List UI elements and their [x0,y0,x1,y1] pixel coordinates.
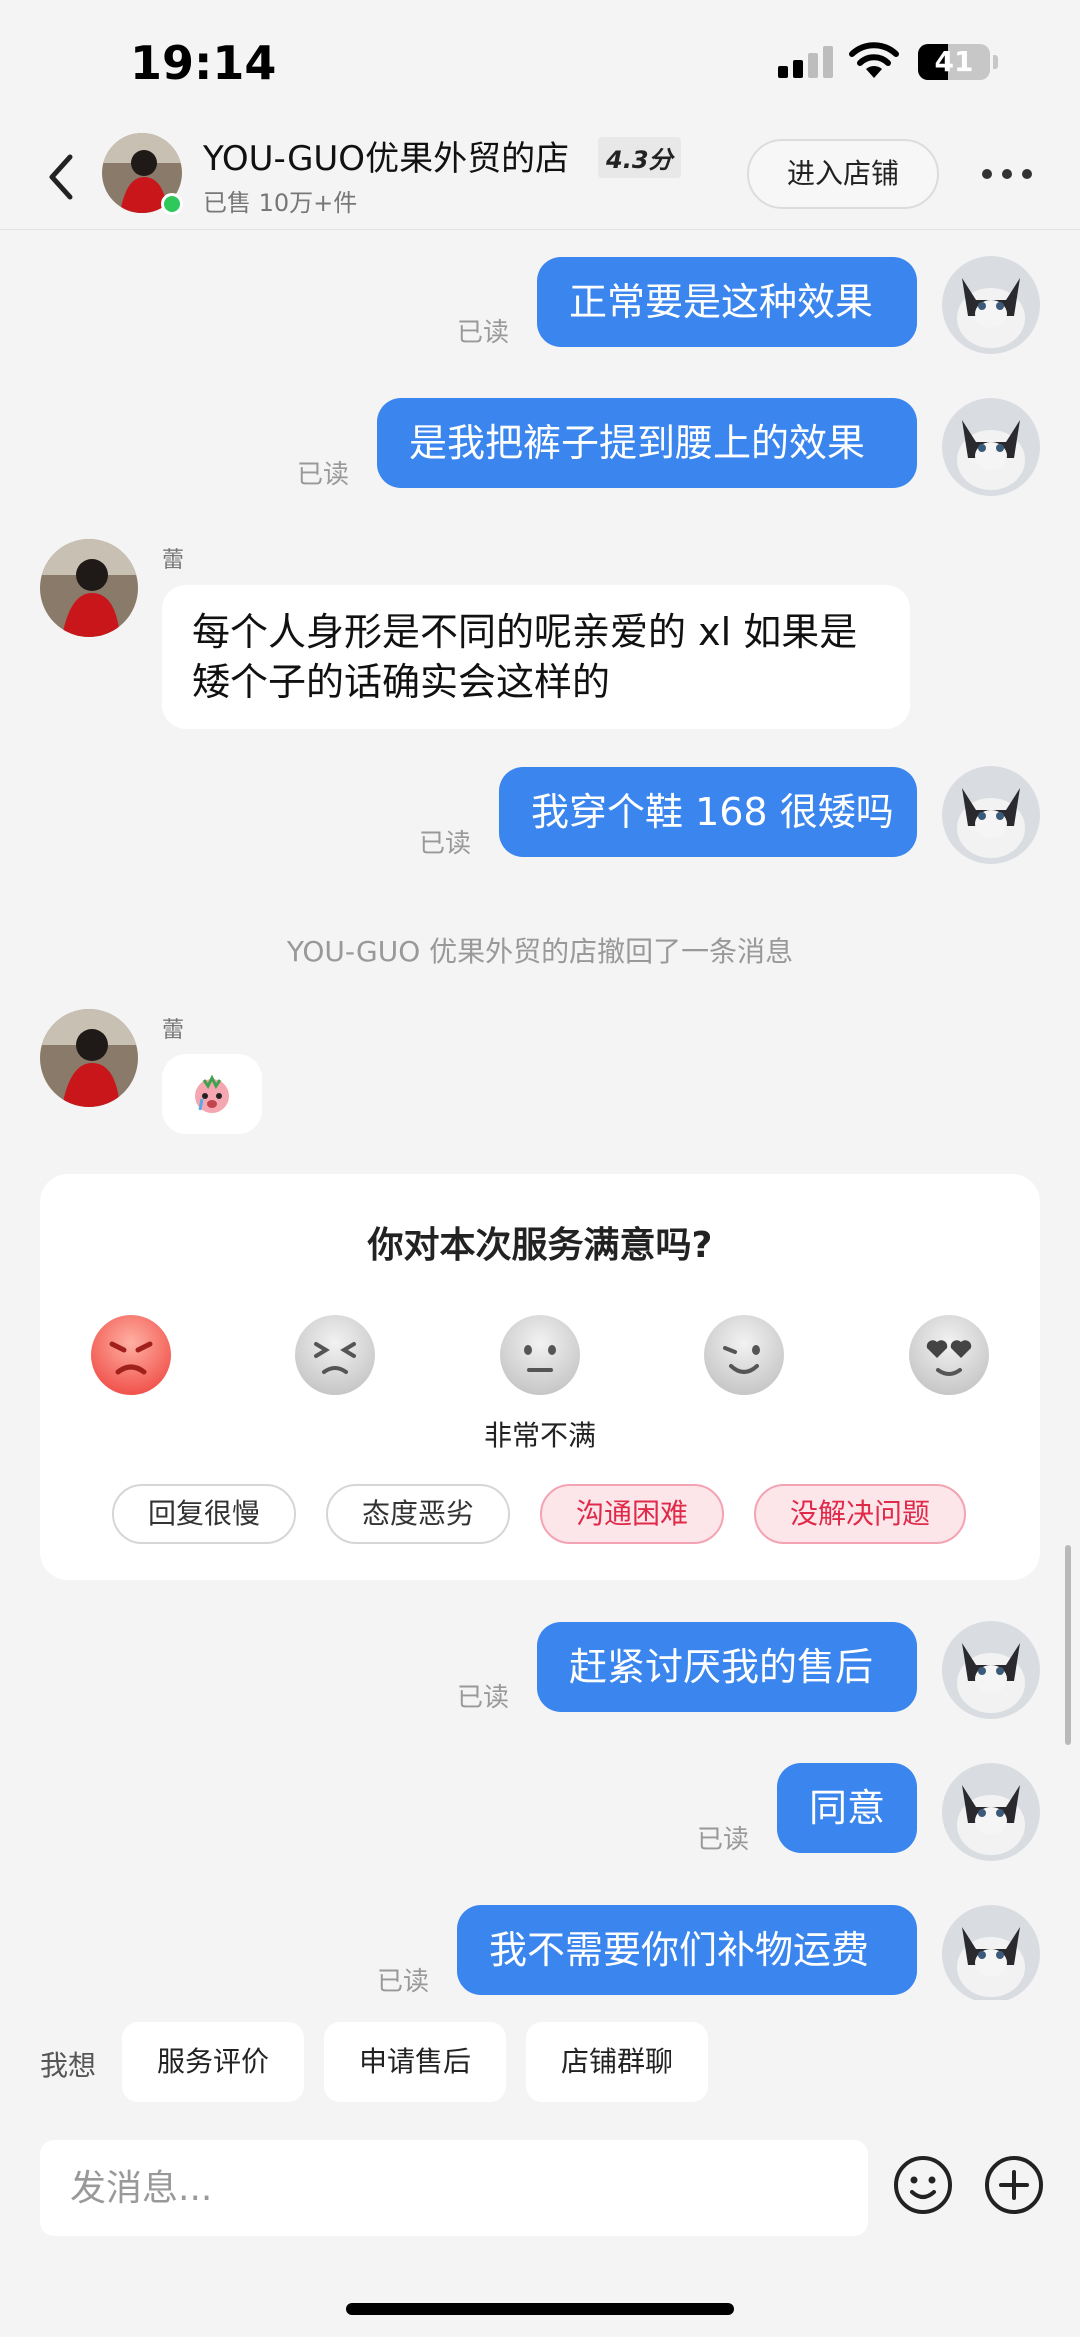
message-bubble-received[interactable]: 每个人身形是不同的呢亲爱的 xl 如果是矮个子的话确实会这样的 [162,585,910,729]
battery-icon: 41 [918,44,990,80]
heart-eyes-face-icon[interactable] [908,1314,990,1396]
emoji-icon[interactable] [892,2154,954,2216]
angry-face-icon[interactable] [90,1314,172,1396]
neutral-face-icon[interactable] [499,1314,581,1396]
chat-header: YOU-GUO优果外贸的店 4.3分 已售 10万+件 进入店铺 [0,125,1080,230]
my-avatar[interactable] [942,1621,1040,1719]
battery-nub [993,55,998,69]
quick-actions-label: 我想 [40,2049,97,2082]
my-avatar[interactable] [942,398,1040,496]
chat-message-list[interactable]: 已读 正常要是这种效果 已读 是我把裤子提到腰上的效果 蕾 每个人身形是不同的呢… [0,230,1080,2000]
sender-name: 蕾 [162,1018,185,1043]
my-avatar[interactable] [942,1763,1040,1861]
service-review-button[interactable]: 服务评价 [122,2022,304,2102]
recall-notice: YOU-GUO 优果外贸的店撤回了一条消息 [286,935,794,968]
enter-shop-button[interactable]: 进入店铺 [747,139,939,209]
plus-icon[interactable] [983,2154,1045,2216]
status-bar: 19:14 41 [0,0,1080,125]
apply-after-sales-button[interactable]: 申请售后 [324,2022,506,2102]
my-avatar[interactable] [942,256,1040,354]
more-options-icon[interactable] [982,169,1032,183]
rating-tag-slow-reply[interactable]: 回复很慢 [112,1484,296,1544]
read-status: 已读 [697,1825,750,1855]
read-status: 已读 [457,1683,510,1713]
home-indicator [346,2303,734,2315]
sender-name: 蕾 [162,548,185,573]
chat-scrollbar[interactable] [1065,1545,1071,1745]
my-avatar[interactable] [942,766,1040,864]
back-arrow-icon[interactable] [40,147,80,207]
shop-name[interactable]: YOU-GUO优果外贸的店 [203,131,569,180]
read-status: 已读 [297,460,350,490]
selected-rating-label: 非常不满 [483,1419,596,1452]
rating-tag-unresolved[interactable]: 没解决问题 [754,1484,966,1544]
quick-actions-bar: 我想 服务评价 申请售后 店铺群聊 [0,2000,1080,2120]
message-bubble-sent[interactable]: 我穿个鞋 168 很矮吗 [499,767,917,857]
service-rating-card: 你对本次服务满意吗? 非常不满 回复很慢 态度恶劣 沟通困难 没解决问题 [40,1174,1040,1580]
smiling-face-icon[interactable] [703,1314,785,1396]
shop-agent-avatar[interactable] [40,1009,138,1107]
shop-group-chat-button[interactable]: 店铺群聊 [526,2022,708,2102]
frustrated-face-icon[interactable] [294,1314,376,1396]
shop-score-badge: 4.3分 [598,137,681,178]
battery-level: 41 [934,45,974,78]
message-bubble-sent[interactable]: 是我把裤子提到腰上的效果 [377,398,917,488]
message-bubble-sent[interactable]: 正常要是这种效果 [537,257,917,347]
wifi-icon [849,42,899,78]
status-time: 19:14 [130,36,277,90]
rating-tag-bad-attitude[interactable]: 态度恶劣 [326,1484,510,1544]
online-status-dot [161,193,183,215]
read-status: 已读 [377,1967,430,1997]
read-status: 已读 [457,318,510,348]
rating-title: 你对本次服务满意吗? [367,1225,713,1266]
message-bubble-sticker[interactable] [162,1054,262,1134]
message-bubble-sent[interactable]: 我不需要你们补物运费 [457,1905,917,1995]
message-input[interactable] [40,2140,868,2236]
message-bubble-sent[interactable]: 赶紧讨厌我的售后 [537,1622,917,1712]
read-status: 已读 [419,829,472,859]
crying-sticker-icon [195,1074,229,1113]
my-avatar[interactable] [942,1905,1040,2000]
cellular-signal-icon [778,46,833,78]
shop-agent-avatar[interactable] [40,539,138,637]
message-bubble-sent[interactable]: 同意 [777,1763,917,1853]
shop-sold-count: 已售 10万+件 [203,189,358,217]
rating-tag-hard-communication[interactable]: 沟通困难 [540,1484,724,1544]
